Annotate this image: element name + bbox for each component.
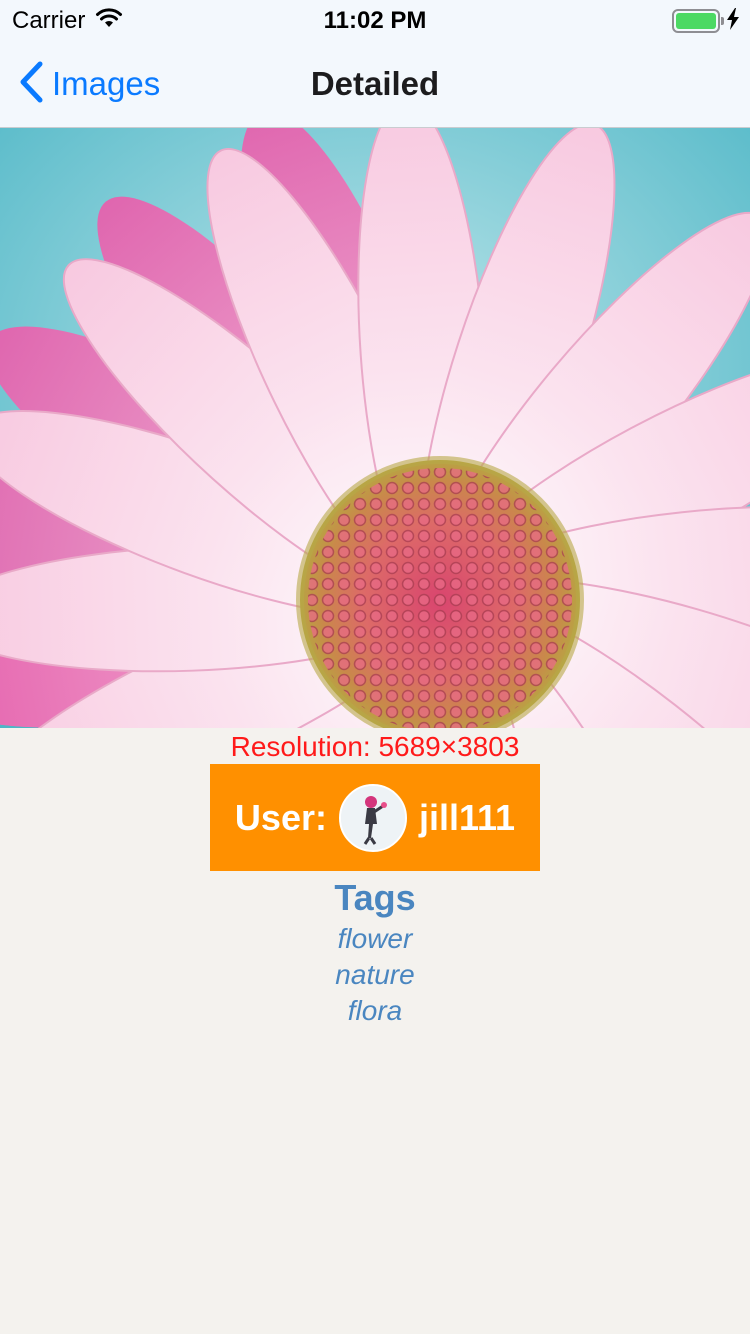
- tag-item[interactable]: flora: [0, 993, 750, 1029]
- tags-heading: Tags: [334, 877, 416, 918]
- page-title: Detailed: [310, 65, 440, 102]
- username: jill111: [418, 796, 516, 838]
- tag-item[interactable]: nature: [0, 957, 750, 993]
- battery-fill: [676, 13, 716, 29]
- charging-bolt-icon: [726, 7, 740, 35]
- detail-screen: Carrier 11:02 PM Images Detailed Resolut…: [0, 0, 750, 1334]
- user-badge[interactable]: User: jill111: [210, 764, 540, 871]
- status-battery: [672, 6, 740, 36]
- resolution-label: Resolution: 5689×3803: [230, 731, 520, 762]
- navigation-bar: Carrier 11:02 PM Images Detailed: [0, 0, 750, 128]
- status-time: 11:02 PM: [323, 7, 427, 34]
- user-label: User:: [234, 796, 327, 838]
- battery-icon: [672, 9, 724, 33]
- tag-item[interactable]: flower: [0, 921, 750, 957]
- avatar: [338, 783, 407, 852]
- flower-photo: [0, 128, 750, 728]
- tags-list: flower nature flora: [0, 921, 750, 1029]
